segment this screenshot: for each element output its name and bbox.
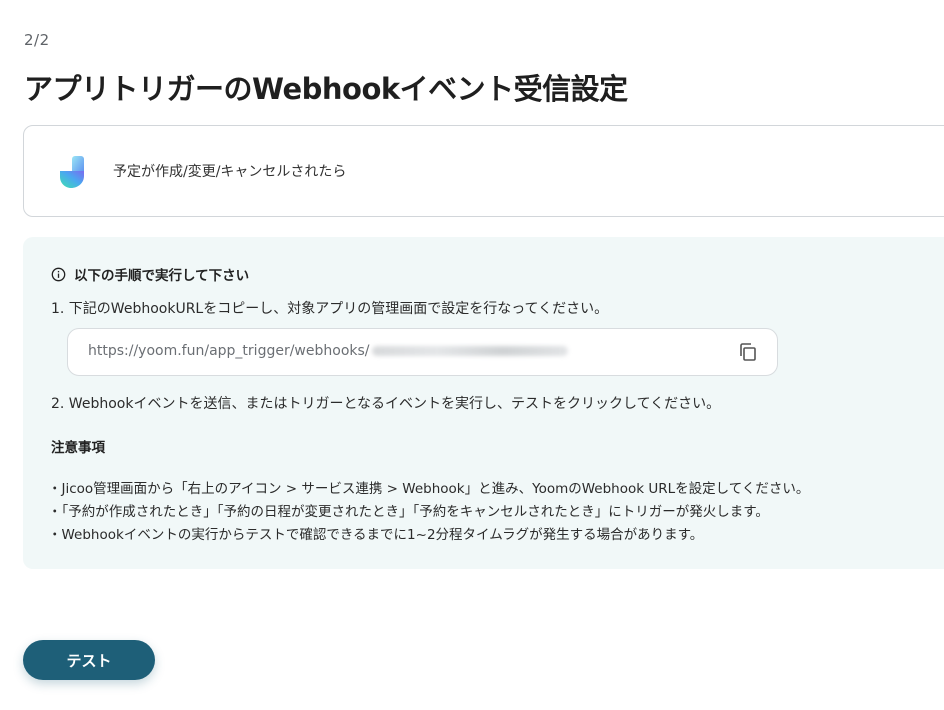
webhook-url-value: https://yoom.fun/app_trigger/webhooks/: [88, 343, 370, 359]
note-item-2: ・「予約が作成されたとき」「予約の日程が変更されたとき」「予約をキャンセルされた…: [48, 504, 769, 520]
test-button[interactable]: テスト: [23, 640, 155, 680]
note-item-3: ・Webhookイベントの実行からテストで確認できるまでに1~2分程タイムラグが…: [48, 527, 704, 543]
copy-icon[interactable]: [737, 341, 759, 363]
step-indicator: 2/2: [24, 31, 50, 49]
webhook-url-redacted: [371, 346, 568, 356]
info-icon: [51, 267, 66, 281]
instruction-step-1: 1. 下記のWebhookURLをコピーし、対象アプリの管理画面で設定を行なって…: [51, 301, 609, 317]
trigger-label: 予定が作成/変更/キャンセルされたら: [113, 164, 347, 180]
instructions-heading-text: 以下の手順で実行して下さい: [74, 268, 250, 284]
instructions-heading: 以下の手順で実行して下さい: [51, 264, 249, 284]
note-item-1: ・Jicoo管理画面から「右上のアイコン > サービス連携 > Webhook」…: [48, 481, 810, 497]
notes-heading: 注意事項: [51, 440, 105, 456]
instruction-step-2: 2. Webhookイベントを送信、またはトリガーとなるイベントを実行し、テスト…: [51, 396, 721, 412]
webhook-url-text[interactable]: https://yoom.fun/app_trigger/webhooks/: [88, 343, 568, 359]
jicoo-logo-icon: [60, 156, 84, 188]
webhook-url-field[interactable]: https://yoom.fun/app_trigger/webhooks/: [67, 328, 778, 376]
page-title: アプリトリガーのWebhookイベント受信設定: [24, 72, 628, 106]
